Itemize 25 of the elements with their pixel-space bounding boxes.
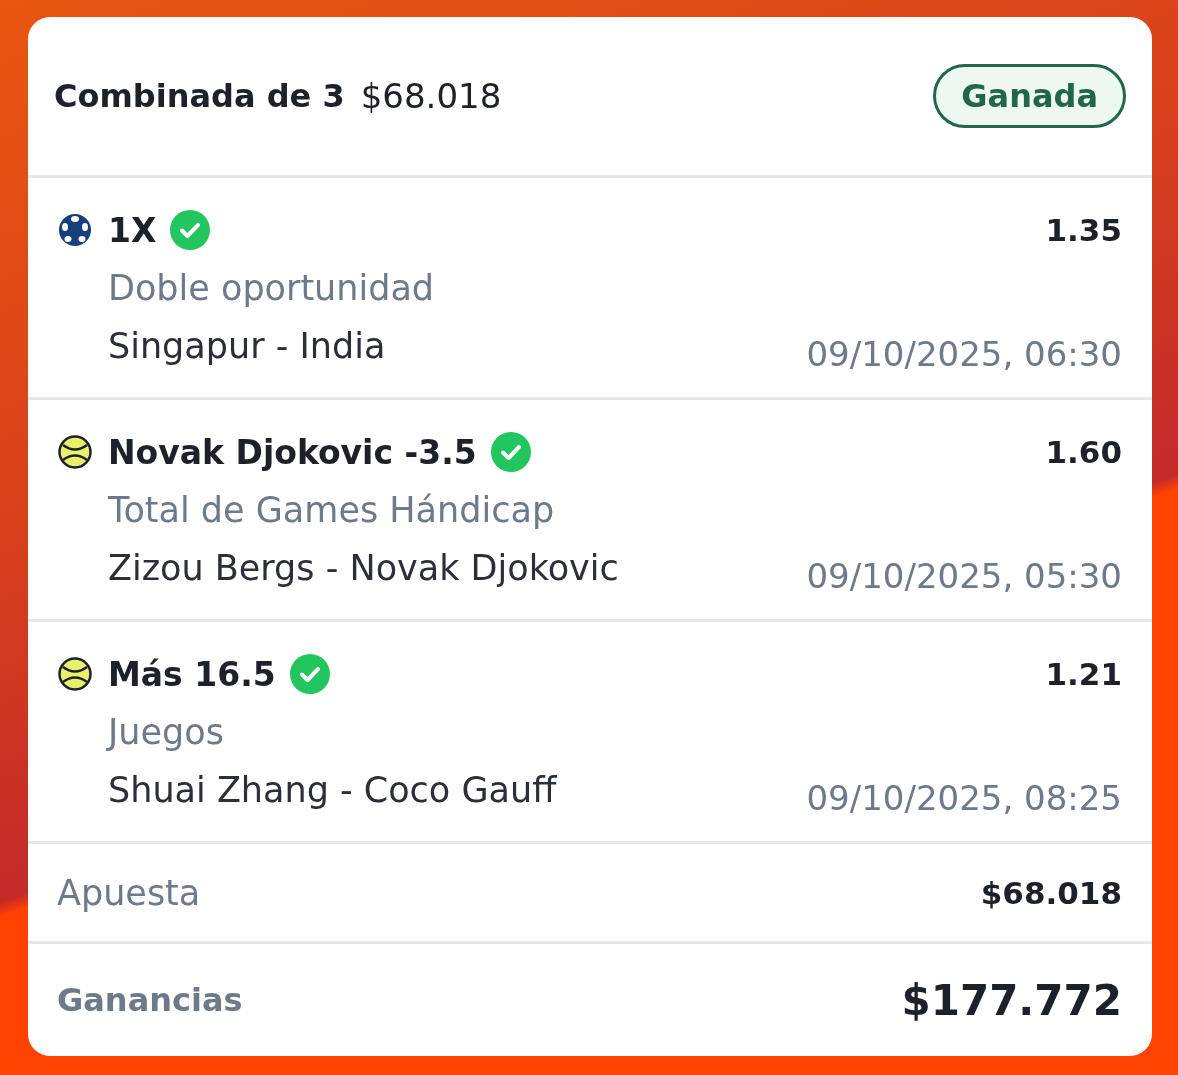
tennis-ball-icon <box>58 435 92 469</box>
summary-value: $177.772 <box>901 975 1122 1025</box>
bet-stake: $68.018 <box>360 76 503 116</box>
event-datetime: 09/10/2025, 05:30 <box>806 556 1122 596</box>
summary-value: $68.018 <box>980 874 1122 911</box>
market-name: Doble oportunidad <box>108 268 436 308</box>
market-name: Juegos <box>108 712 225 752</box>
event-name: Singapur - India <box>108 326 387 366</box>
pick-label: Novak Djokovic -3.5 <box>108 432 477 472</box>
tennis-ball-icon <box>58 657 92 691</box>
market-name: Total de Games Hándicap <box>108 490 556 530</box>
odds-value: 1.60 <box>1045 434 1122 470</box>
event-name: Shuai Zhang - Coco Gauff <box>108 770 558 810</box>
status-badge: Ganada <box>933 64 1126 128</box>
pick-label: Más 16.5 <box>108 654 276 694</box>
pick-label: 1X <box>108 210 157 250</box>
event-name: Zizou Bergs - Novak Djokovic <box>108 548 620 588</box>
summary-label: Apuesta <box>57 872 201 913</box>
soccer-ball-icon <box>58 213 92 247</box>
odds-value: 1.35 <box>1045 212 1122 248</box>
bet-title: Combinada de 3 <box>54 77 345 115</box>
event-datetime: 09/10/2025, 08:25 <box>806 778 1122 818</box>
event-datetime: 09/10/2025, 06:30 <box>806 334 1122 374</box>
summary-label: Ganancias <box>57 981 243 1019</box>
odds-value: 1.21 <box>1045 656 1122 692</box>
